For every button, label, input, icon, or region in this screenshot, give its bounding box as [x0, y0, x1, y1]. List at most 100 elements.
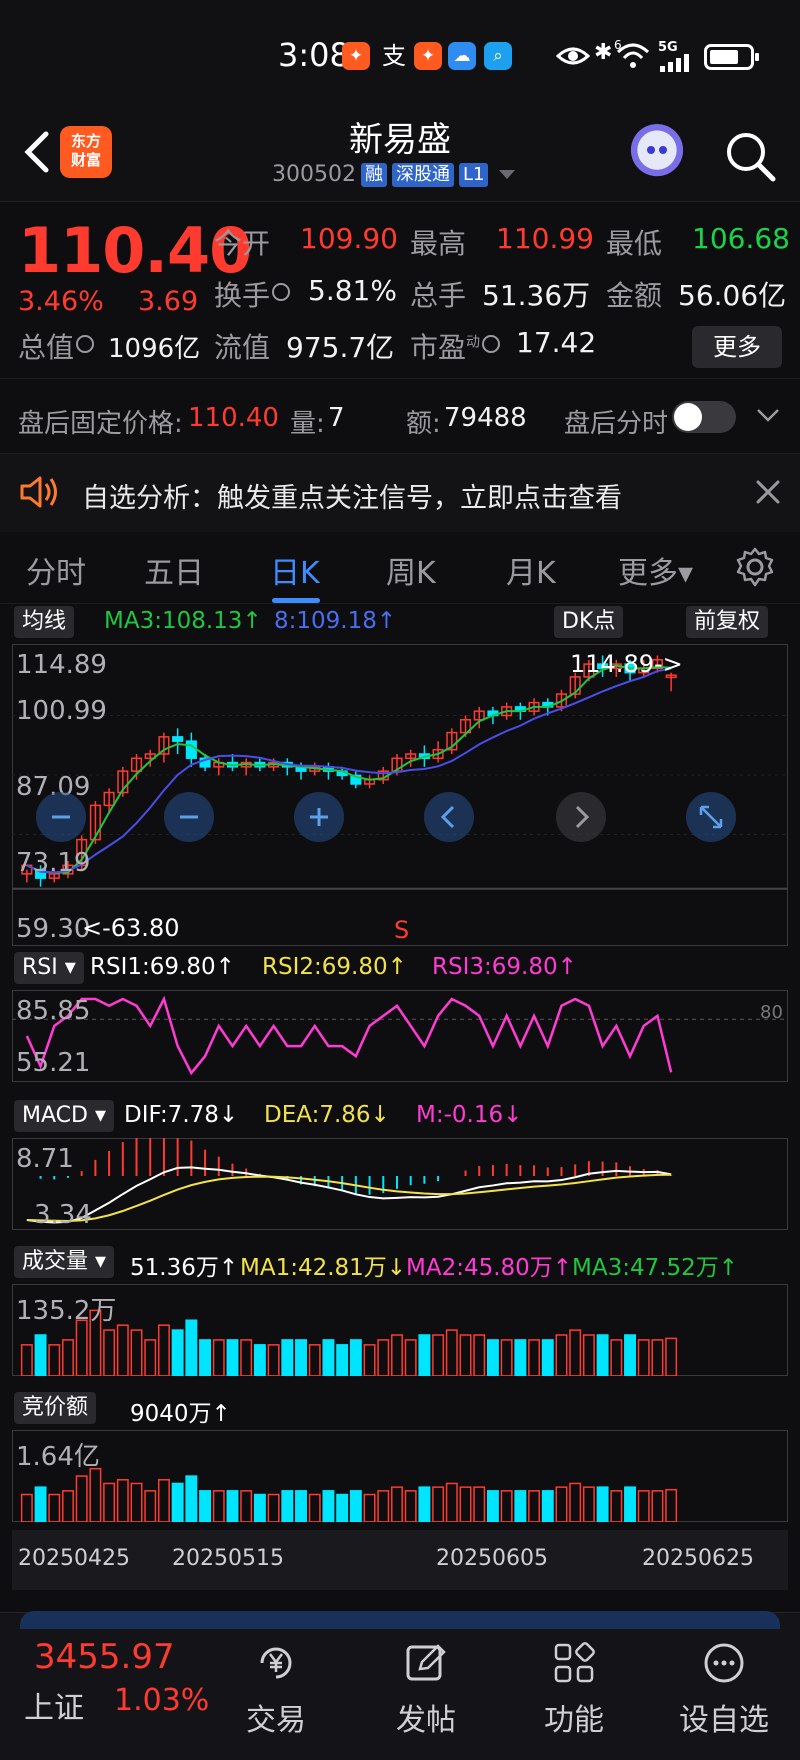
nav-add-watchlist[interactable]: 设自选: [664, 1641, 784, 1739]
volume-selector-button[interactable]: 成交量 ▾: [14, 1246, 115, 1278]
dk-point-button[interactable]: DK点: [554, 606, 624, 638]
speaker-icon: [20, 476, 57, 508]
more-button[interactable]: 更多: [692, 326, 782, 368]
mktcap-value: 1096亿: [108, 334, 201, 364]
date-label: 20250425: [18, 1546, 130, 1571]
tab-monthly-k[interactable]: 月K: [506, 548, 556, 592]
index-change: 1.03%: [114, 1683, 210, 1718]
pan-left-control[interactable]: [424, 792, 474, 842]
rsi1-legend: RSI1:69.80↑: [90, 954, 235, 980]
adjust-button[interactable]: 前复权: [686, 606, 769, 638]
eye-icon: [556, 47, 590, 65]
auction-bar: [116, 1479, 129, 1522]
bottom-nav: 3455.97 上证 1.03% 交易 发帖 功能 设自选: [0, 1611, 800, 1760]
tab-five-day[interactable]: 五日: [144, 548, 204, 592]
auction-bar: [267, 1493, 280, 1522]
active-tab-indicator: [272, 598, 320, 603]
auction-bar: [336, 1493, 349, 1522]
auction-bar: [89, 1467, 102, 1522]
after-hours-row: 盘后固定价格: 110.40 量: 7 额: 79488 盘后分时: [0, 378, 800, 454]
auction-bar: [144, 1490, 157, 1522]
volume-bar: [610, 1339, 623, 1376]
info-icon: [482, 335, 501, 353]
status-bar: 3:08 ✦ 支 ✦ ☁ ⌕ ✱ 6 5G: [0, 0, 800, 110]
index-name: 上证: [24, 1691, 84, 1726]
volume-bar: [514, 1339, 527, 1376]
search-app-icon: ⌕: [484, 42, 512, 70]
float-label: 流值: [214, 331, 271, 364]
weather-icon: ☁: [448, 42, 476, 70]
search-icon[interactable]: [722, 128, 778, 184]
nav-trade[interactable]: 交易: [216, 1641, 336, 1739]
auction-bar: [486, 1490, 499, 1522]
tab-daily-k[interactable]: 日K: [270, 548, 320, 592]
kline-y-label: 59.30: [16, 914, 91, 944]
zoom-out-control[interactable]: [36, 792, 86, 842]
ma-selector-button[interactable]: 均线: [14, 606, 75, 638]
tab-timeshare[interactable]: 分时: [26, 548, 86, 592]
volume-chart: [20, 1309, 678, 1376]
auction-y-label: 1.64亿: [16, 1442, 100, 1472]
pe-label[interactable]: 市盈动: [410, 326, 501, 366]
candle-body: [185, 740, 197, 760]
mktcap-label[interactable]: 总值: [18, 326, 95, 366]
volume-bar: [212, 1339, 225, 1376]
after-hours-timeshare-label: 盘后分时: [564, 409, 669, 439]
gear-icon[interactable]: [734, 546, 776, 588]
auction-bar: [103, 1482, 116, 1522]
nav-functions[interactable]: 功能: [514, 1641, 634, 1739]
volume-bar: [157, 1324, 170, 1376]
fullscreen-control[interactable]: [686, 792, 736, 842]
rsi-selector-button[interactable]: RSI ▾: [14, 952, 84, 984]
chevron-down-icon[interactable]: [756, 405, 780, 425]
auction-bar: [295, 1490, 307, 1522]
ma8-legend: 8:109.18↑: [274, 608, 397, 634]
index-quote[interactable]: 3455.97 上证 1.03%: [0, 1613, 210, 1760]
minus-control[interactable]: [164, 792, 214, 842]
after-hours-price: 110.40: [188, 403, 279, 433]
info-icon: [272, 283, 291, 301]
volume-bar: [240, 1339, 253, 1376]
ai-assistant-icon[interactable]: [628, 124, 686, 182]
nav-trade-label: 交易: [246, 1703, 306, 1738]
macd-y-label: 3.34: [34, 1200, 92, 1230]
app-notification-icon: ✦: [414, 42, 442, 70]
expand-icon: [699, 805, 723, 829]
auction-bar: [212, 1490, 225, 1522]
tab-more[interactable]: 更多▾: [618, 548, 693, 592]
turnover-label[interactable]: 换手: [214, 274, 291, 314]
chevron-left-icon: [440, 805, 455, 829]
rsi-line: [25, 995, 673, 1076]
volume-bar: [34, 1334, 47, 1376]
vol-ma1-legend: MA1:42.81万↓: [240, 1255, 407, 1281]
m-legend: M:-0.16↓: [416, 1102, 523, 1128]
connect-tag: 深股通: [391, 162, 454, 187]
nav-post[interactable]: 发帖: [366, 1641, 486, 1739]
auction-bar: [500, 1490, 513, 1522]
auction-bar: [637, 1490, 650, 1522]
high-label: 最高: [410, 227, 467, 260]
after-hours-toggle[interactable]: [672, 401, 736, 433]
auction-selector-button[interactable]: 竞价额: [14, 1392, 97, 1424]
grid-icon: [554, 1642, 595, 1683]
stock-code-row[interactable]: 300502 融 深股通 L1: [272, 162, 516, 187]
notice-bar[interactable]: 自选分析：触发重点关注信号，立即点击查看: [0, 454, 800, 532]
close-icon[interactable]: [754, 478, 782, 506]
volume-bar: [103, 1329, 116, 1376]
auction-bar: [171, 1482, 184, 1522]
zoom-in-control[interactable]: [294, 792, 344, 842]
volume-bar: [404, 1339, 417, 1376]
edit-icon: [406, 1644, 446, 1681]
volume-bar: [48, 1344, 61, 1376]
volume-bar: [171, 1329, 184, 1376]
auction-bar: [569, 1482, 582, 1522]
notice-text: 自选分析：触发重点关注信号，立即点击查看: [82, 483, 622, 514]
period-low-marker: <-63.80: [82, 914, 180, 942]
amount-label: 金额: [606, 279, 663, 312]
volume-bar: [308, 1344, 321, 1376]
pan-right-control[interactable]: [556, 792, 606, 842]
tab-weekly-k[interactable]: 周K: [386, 548, 436, 592]
chevron-down-icon: [499, 170, 516, 179]
macd-selector-button[interactable]: MACD ▾: [14, 1100, 114, 1132]
rsi2-legend: RSI2:69.80↑: [262, 954, 407, 980]
